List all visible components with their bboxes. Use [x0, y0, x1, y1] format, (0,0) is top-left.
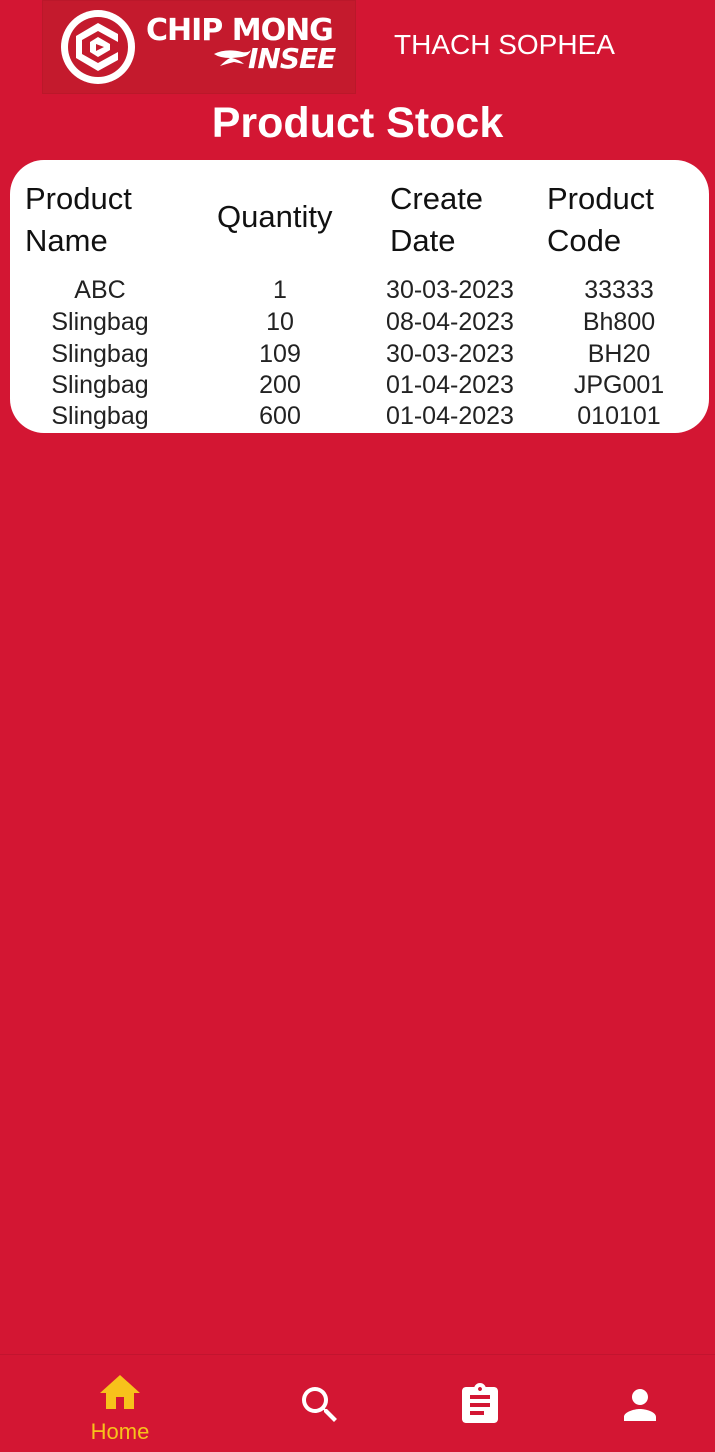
- cell-create-date: 30-03-2023: [386, 340, 514, 368]
- cell-product-name: ABC: [74, 276, 126, 304]
- nav-item-search[interactable]: [240, 1355, 400, 1452]
- brand-logo: CHIP MONG INSEE: [42, 0, 356, 94]
- nav-item-reports[interactable]: [400, 1355, 560, 1452]
- stock-table: Product Name Quantity Create Date Produc…: [10, 160, 709, 433]
- column-header-line: Create: [390, 181, 484, 216]
- column-header-create-date: Create Date: [390, 178, 483, 262]
- cell-product-name: Slingbag: [51, 371, 149, 399]
- cell-product-code: JPG001: [573, 371, 665, 399]
- nav-label-home: Home: [90, 1419, 150, 1444]
- column-header-product-code: Product Code: [547, 178, 654, 262]
- app-header: CHIP MONG INSEE THACH SOPHEA: [0, 0, 715, 96]
- cell-product-name: Slingbag: [51, 308, 149, 336]
- cell-quantity: 10: [266, 308, 294, 336]
- bottom-navigation: Home: [0, 1354, 715, 1452]
- cell-quantity: 200: [259, 371, 301, 399]
- cell-product-code: 33333: [584, 276, 654, 304]
- cell-quantity: 600: [259, 402, 301, 430]
- column-header-quantity: Quantity: [217, 196, 332, 238]
- clipboard-icon: [462, 1383, 498, 1423]
- column-header-line: Product: [25, 181, 132, 216]
- eagle-icon: [214, 50, 251, 66]
- cell-product-name: Slingbag: [51, 402, 149, 430]
- brand-subname: INSEE: [248, 42, 336, 75]
- search-icon: [302, 1387, 337, 1422]
- cell-product-name: Slingbag: [51, 340, 149, 368]
- column-header-line: Code: [547, 223, 622, 258]
- cell-create-date: 08-04-2023: [386, 308, 514, 336]
- page-title: Product Stock: [211, 99, 504, 147]
- cell-create-date: 01-04-2023: [386, 402, 514, 430]
- person-icon: [624, 1389, 656, 1421]
- column-header-line: Date: [390, 223, 456, 258]
- cell-product-code: 010101: [577, 402, 661, 430]
- brand-logo-icon: [61, 10, 135, 84]
- user-name: THACH SOPHEA: [394, 29, 615, 60]
- column-header-line: Product: [547, 181, 654, 216]
- column-header-line: Quantity: [217, 199, 333, 234]
- cell-product-code: Bh800: [582, 308, 656, 336]
- column-header-product-name: Product Name: [25, 178, 132, 262]
- nav-item-profile[interactable]: [560, 1355, 715, 1452]
- column-header-line: Name: [25, 223, 108, 258]
- cell-quantity: 109: [259, 340, 301, 368]
- home-icon: [100, 1375, 140, 1409]
- cell-create-date: 30-03-2023: [386, 276, 514, 304]
- cell-product-code: BH20: [587, 340, 651, 368]
- cell-quantity: 1: [273, 276, 287, 304]
- nav-item-home[interactable]: Home: [40, 1355, 200, 1452]
- cell-create-date: 01-04-2023: [386, 371, 514, 399]
